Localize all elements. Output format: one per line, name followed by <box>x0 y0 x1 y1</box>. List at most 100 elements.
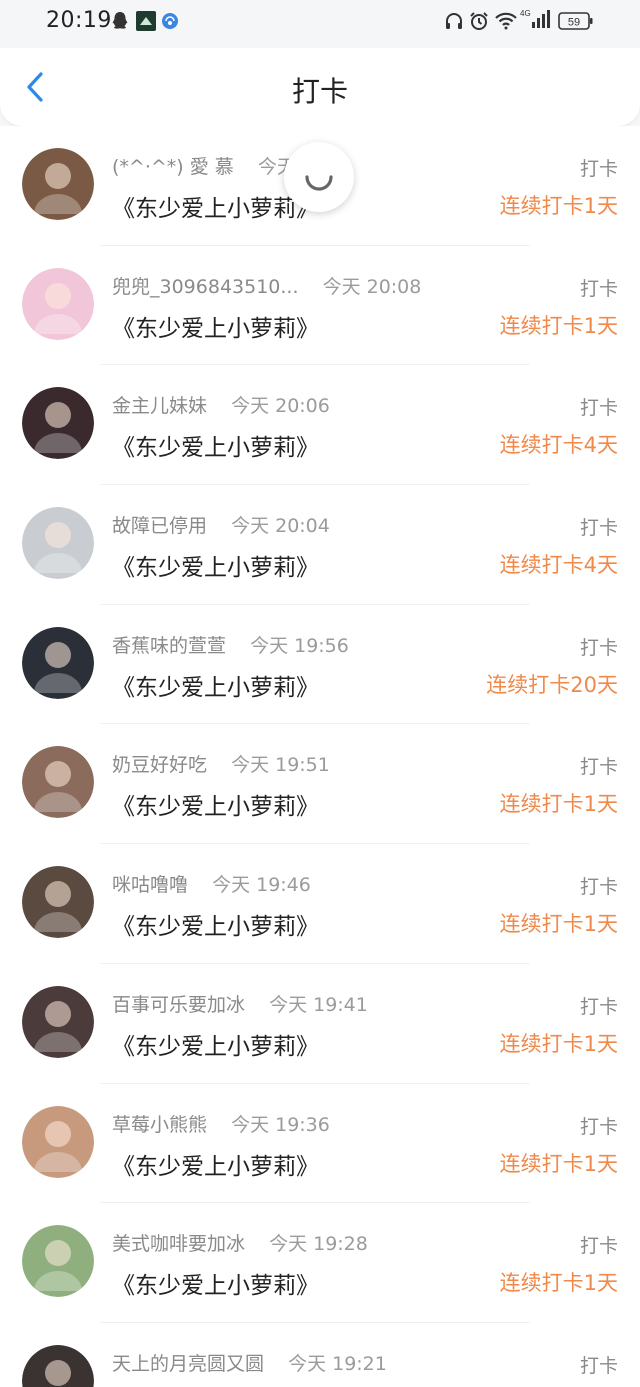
checkin-label: 打卡 <box>579 756 618 779</box>
avatar[interactable] <box>22 507 94 580</box>
streak-label: 连续打卡4天 <box>499 553 618 578</box>
checkin-time: 今天 20:04 <box>231 515 330 538</box>
nav-bar: 打卡 <box>0 48 640 126</box>
book-title[interactable]: 《东少爱上小萝莉》 <box>112 1147 319 1181</box>
user-name[interactable]: 金主儿妹妹 <box>112 395 207 417</box>
list-item[interactable]: 百事可乐要加冰 今天 19:41 《东少爱上小萝莉》 打卡 连续打卡1天 <box>0 964 640 1084</box>
checkin-time: 今天 19:56 <box>250 634 349 657</box>
avatar[interactable] <box>22 1344 94 1387</box>
book-title[interactable]: 《东少爱上小萝莉》 <box>112 668 319 702</box>
avatar-image <box>22 267 94 340</box>
avatar-image <box>22 1344 94 1387</box>
avatar[interactable] <box>22 985 94 1058</box>
avatar-image <box>22 387 94 460</box>
browser-icon <box>161 11 179 31</box>
avatar[interactable] <box>22 1105 94 1178</box>
avatar[interactable] <box>22 626 94 699</box>
streak-label: 连续打卡1天 <box>499 1271 618 1296</box>
checkin-time: 今天 19:28 <box>269 1233 368 1256</box>
list-item[interactable]: 咪咕噜噜 今天 19:46 《东少爱上小萝莉》 打卡 连续打卡1天 <box>0 844 640 964</box>
user-name[interactable]: (*^·^*) 愛 慕 <box>112 156 234 178</box>
checkin-label: 打卡 <box>579 1235 618 1258</box>
book-title[interactable]: 《东少爱上小萝莉》 <box>112 787 319 821</box>
avatar-image <box>22 746 94 819</box>
checkin-time: 今天 19:21 <box>288 1352 387 1375</box>
signal-icon: 4G <box>520 9 552 29</box>
checkin-label: 打卡 <box>579 158 618 180</box>
battery-level: 59 <box>568 17 580 29</box>
checkin-label: 打卡 <box>579 636 618 659</box>
streak-label: 连续打卡1天 <box>499 313 618 338</box>
list-item[interactable]: 天上的月亮圆又圆 今天 19:21 打卡 <box>0 1323 640 1387</box>
avatar-image <box>22 1225 94 1298</box>
user-name[interactable]: 百事可乐要加冰 <box>112 994 245 1016</box>
checkin-time: 今天 19:51 <box>231 754 330 777</box>
checkin-label: 打卡 <box>579 277 618 300</box>
avatar[interactable] <box>22 267 94 340</box>
streak-label: 连续打卡4天 <box>499 433 618 458</box>
user-name[interactable]: 天上的月亮圆又圆 <box>112 1353 264 1375</box>
user-name[interactable]: 故障已停用 <box>112 515 207 537</box>
book-title[interactable]: 《东少爱上小萝莉》 <box>112 1266 319 1300</box>
avatar[interactable] <box>22 1225 94 1298</box>
headphones-icon <box>444 11 464 31</box>
user-name[interactable]: 香蕉味的萱萱 <box>112 635 226 657</box>
avatar-image <box>22 148 94 220</box>
checkin-time: 今天 19:36 <box>231 1113 330 1136</box>
book-title[interactable]: 《东少爱上小萝莉》 <box>112 1027 319 1061</box>
checkin-time: 今天 20:06 <box>231 395 330 418</box>
streak-label: 连续打卡1天 <box>499 194 618 218</box>
checkin-time: 今天 19:41 <box>269 993 368 1016</box>
checkin-label: 打卡 <box>579 876 618 899</box>
app-icon <box>136 11 156 31</box>
status-time: 20:19 <box>46 8 112 33</box>
user-name[interactable]: 奶豆好好吃 <box>112 754 207 776</box>
avatar[interactable] <box>22 746 94 819</box>
avatar-image <box>22 1105 94 1178</box>
book-title[interactable]: 《东少爱上小萝莉》 <box>112 309 319 343</box>
book-title[interactable]: 《东少爱上小萝莉》 <box>112 548 319 582</box>
user-name[interactable]: 兜兜_3096843510... <box>112 276 299 298</box>
network-label: 4G <box>520 9 531 18</box>
list-item[interactable]: 奶豆好好吃 今天 19:51 《东少爱上小萝莉》 打卡 连续打卡1天 <box>0 724 640 845</box>
streak-label: 连续打卡20天 <box>486 672 618 697</box>
avatar-image <box>22 866 94 939</box>
status-bar: 20:19 4G 59 <box>0 0 640 48</box>
avatar-image <box>22 507 94 580</box>
avatar-image <box>22 985 94 1058</box>
checkin-label: 打卡 <box>579 1354 618 1377</box>
checkin-label: 打卡 <box>579 517 618 540</box>
page-title: 打卡 <box>291 75 348 108</box>
loading-spinner <box>284 142 354 212</box>
streak-label: 连续打卡1天 <box>499 912 618 937</box>
list-item[interactable]: 金主儿妹妹 今天 20:06 《东少爱上小萝莉》 打卡 连续打卡4天 <box>0 365 640 486</box>
qq-icon <box>110 11 130 31</box>
alarm-icon <box>468 11 490 31</box>
refresh-icon <box>305 175 333 191</box>
list-item[interactable]: 兜兜_3096843510... 今天 20:08 《东少爱上小萝莉》 打卡 连… <box>0 246 640 366</box>
checkin-label: 打卡 <box>579 397 618 420</box>
wifi-icon <box>494 11 518 31</box>
user-name[interactable]: 咪咕噜噜 <box>112 874 188 896</box>
battery-icon: 59 <box>558 11 594 31</box>
checkin-label: 打卡 <box>579 1115 618 1138</box>
checkin-list[interactable]: (*^·^*) 愛 慕 今天 《东少爱上小萝莉》 打卡 连续打卡1天 兜兜_30… <box>0 126 640 1387</box>
list-item[interactable]: 故障已停用 今天 20:04 《东少爱上小萝莉》 打卡 连续打卡4天 <box>0 485 640 605</box>
checkin-label: 打卡 <box>579 995 618 1018</box>
avatar-image <box>22 626 94 699</box>
avatar[interactable] <box>22 866 94 939</box>
list-item[interactable]: 草莓小熊熊 今天 19:36 《东少爱上小萝莉》 打卡 连续打卡1天 <box>0 1084 640 1204</box>
streak-label: 连续打卡1天 <box>499 792 618 817</box>
book-title[interactable]: 《东少爱上小萝莉》 <box>112 907 319 941</box>
list-item[interactable]: 香蕉味的萱萱 今天 19:56 《东少爱上小萝莉》 打卡 连续打卡20天 <box>0 605 640 725</box>
user-name[interactable]: 美式咖啡要加冰 <box>112 1233 245 1255</box>
avatar[interactable] <box>22 387 94 460</box>
list-item[interactable]: 美式咖啡要加冰 今天 19:28 《东少爱上小萝莉》 打卡 连续打卡1天 <box>0 1203 640 1323</box>
streak-label: 连续打卡1天 <box>499 1031 618 1056</box>
checkin-time: 今天 19:46 <box>212 874 311 897</box>
avatar[interactable] <box>22 148 94 220</box>
streak-label: 连续打卡1天 <box>499 1151 618 1176</box>
book-title[interactable]: 《东少爱上小萝莉》 <box>112 428 319 462</box>
checkin-time: 今天 20:08 <box>322 275 422 298</box>
user-name[interactable]: 草莓小熊熊 <box>112 1114 207 1136</box>
